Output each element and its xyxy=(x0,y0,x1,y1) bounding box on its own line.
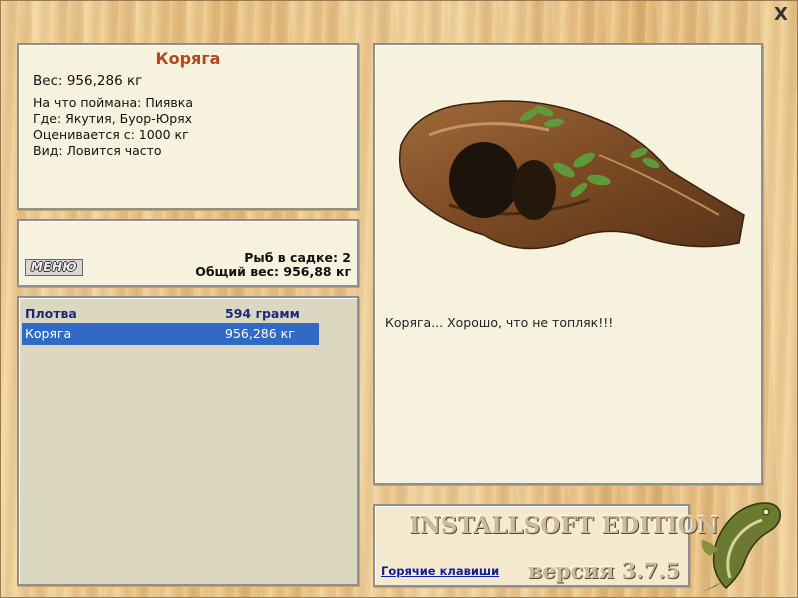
list-item-name: Коряга xyxy=(25,326,72,341)
fish-count: Рыб в садке: 2 xyxy=(244,250,351,265)
close-button[interactable]: X xyxy=(772,6,790,24)
detail-price: Оценивается с: 1000 кг xyxy=(33,127,189,142)
item-info-panel: Коряга Вес: 956,286 кг На что поймана: П… xyxy=(17,43,359,210)
item-weight: Вес: 956,286 кг xyxy=(33,73,143,89)
item-details: На что поймана: Пиявка Где: Якутия, Буор… xyxy=(33,95,193,159)
detail-frequency: Вид: Ловится часто xyxy=(33,143,162,158)
catch-list-panel: Плотва 594 грамм Коряга 956,286 кг xyxy=(17,296,359,586)
list-item[interactable]: Плотва 594 грамм xyxy=(22,303,318,321)
item-image-panel: Коряга... Хорошо, что не топляк!!! xyxy=(373,43,763,485)
list-item-selected[interactable]: Коряга 956,286 кг xyxy=(22,323,319,345)
item-title: Коряга xyxy=(155,49,221,68)
edition-title: INSTALLSOFT EDITION xyxy=(409,512,719,539)
list-item-name: Плотва xyxy=(25,306,77,321)
total-weight: Общий вес: 956,88 кг xyxy=(195,264,351,279)
detail-bait: На что поймана: Пиявка xyxy=(33,95,193,110)
item-description: Коряга... Хорошо, что не топляк!!! xyxy=(385,315,614,330)
driftwood-snag-image xyxy=(398,100,745,250)
keepnet-stats: Рыб в садке: 2 Общий вес: 956,88 кг xyxy=(195,251,351,279)
menu-button[interactable]: МЕНЮ xyxy=(25,259,83,276)
hotkeys-link[interactable]: Горячие клавиши xyxy=(381,564,499,578)
brand-panel: INSTALLSOFT EDITION Горячие клавиши верс… xyxy=(373,504,719,587)
keepnet-stats-panel: МЕНЮ Рыб в садке: 2 Общий вес: 956,88 кг xyxy=(17,219,359,287)
list-item-weight: 594 грамм xyxy=(225,306,300,321)
version-label: версия 3.7.5 xyxy=(527,558,680,583)
list-item-weight: 956,286 кг xyxy=(225,326,295,341)
pike-fish-logo-icon xyxy=(701,502,781,592)
detail-location: Где: Якутия, Буор-Юрях xyxy=(33,111,193,126)
